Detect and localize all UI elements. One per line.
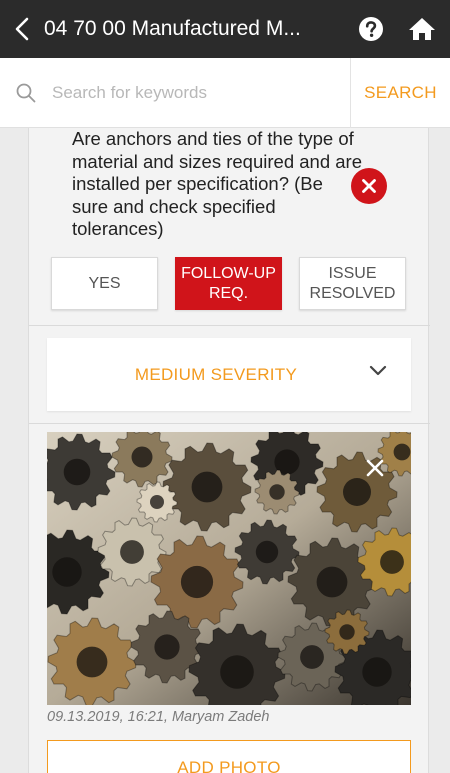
- divider: [29, 325, 430, 326]
- gear-hole: [220, 655, 254, 689]
- severity-value: MEDIUM SEVERITY: [134, 364, 298, 384]
- gear-hole: [191, 471, 223, 503]
- page-title: 04 70 00 Manufactured M...: [44, 17, 301, 40]
- gear-hole: [180, 565, 214, 599]
- search-icon-wrap: [0, 58, 52, 128]
- gear-hole: [150, 495, 164, 509]
- gear-hole: [52, 557, 82, 587]
- inspection-item-card: Are anchors and ties of the type of mate…: [28, 128, 430, 773]
- help-button[interactable]: [348, 0, 394, 58]
- add-photo-button[interactable]: ADD PHOTO: [47, 740, 411, 773]
- search-bar: SEARCH: [0, 57, 450, 128]
- error-x-icon: [362, 179, 376, 193]
- gear-hole: [343, 478, 371, 506]
- chevron-left-icon: [15, 17, 29, 41]
- remove-photo-icon[interactable]: [365, 458, 385, 478]
- gear-hole: [362, 657, 392, 687]
- option-follow-up-label: FOLLOW-UP REQ.: [181, 264, 276, 302]
- back-button[interactable]: [0, 0, 44, 58]
- gears-photo-image: [47, 432, 411, 705]
- gear-hole: [131, 446, 153, 468]
- photo-caption: 09.13.2019, 16:21, Maryam Zadeh: [47, 709, 270, 725]
- gear-hole: [339, 624, 355, 640]
- status-indicator: [351, 168, 387, 204]
- gear-hole: [120, 540, 144, 564]
- inspection-photo[interactable]: [47, 432, 411, 705]
- search-icon: [16, 83, 36, 102]
- gear-hole: [316, 566, 348, 598]
- gear-hole: [380, 550, 404, 574]
- option-issue-resolved-label: ISSUE RESOLVED: [309, 264, 396, 302]
- inspection-question: Are anchors and ties of the type of mate…: [72, 128, 362, 239]
- severity-dropdown[interactable]: MEDIUM SEVERITY: [47, 338, 411, 411]
- question-circle-icon: [359, 17, 383, 41]
- option-follow-up-button[interactable]: FOLLOW-UP REQ.: [175, 257, 282, 310]
- gear-hole: [255, 540, 279, 564]
- chevron-down-icon: [369, 365, 387, 376]
- gear-hole: [393, 443, 411, 461]
- home-icon: [409, 18, 435, 40]
- option-yes-button[interactable]: YES: [51, 257, 158, 310]
- gear-hole: [269, 484, 285, 500]
- top-app-bar: 04 70 00 Manufactured M...: [0, 0, 450, 58]
- search-button[interactable]: SEARCH: [350, 57, 450, 128]
- divider: [29, 423, 430, 424]
- gear-hole: [76, 646, 108, 678]
- gear-hole: [63, 458, 91, 486]
- option-issue-resolved-button[interactable]: ISSUE RESOLVED: [299, 257, 406, 310]
- search-input[interactable]: [52, 72, 350, 113]
- gear-hole: [154, 634, 180, 660]
- home-button[interactable]: [394, 0, 450, 58]
- gear-hole: [300, 645, 324, 669]
